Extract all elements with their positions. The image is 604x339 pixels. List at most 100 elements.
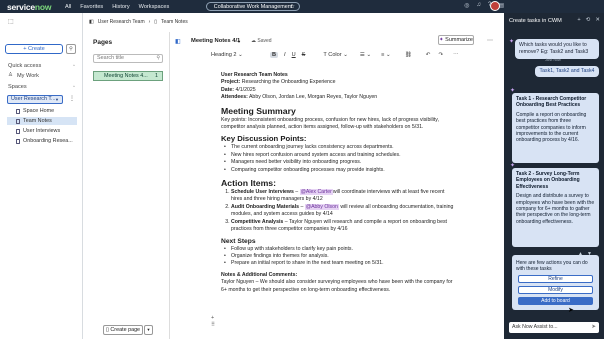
color-label: Color xyxy=(328,51,342,58)
list-item: Organize findings into themes for analys… xyxy=(224,253,456,261)
more-icon[interactable]: ⋮ xyxy=(69,95,75,102)
actions-card: Here are few actions you can do with the… xyxy=(512,255,599,310)
drag-handle-icon[interactable]: ⠿ xyxy=(211,322,215,328)
chevron-down-icon[interactable]: ▼ xyxy=(237,39,241,44)
breadcrumb-parent[interactable]: User Research Team xyxy=(98,19,145,25)
servicenow-logo[interactable]: servicenow xyxy=(7,2,59,12)
italic-button[interactable]: I xyxy=(284,52,286,58)
pages-panel: Pages Search title ⚲ Meeting Notes 4... 1 xyxy=(89,32,166,339)
assistant-panel: Create tasks in CWM + ⟲ ✕ ✦ Which tasks … xyxy=(504,13,604,339)
tree-item-user-interviews[interactable]: User Interviews xyxy=(7,127,77,135)
close-icon[interactable]: ✕ xyxy=(595,17,600,23)
space-select[interactable]: User Research T... ▼ xyxy=(7,95,63,104)
user-mention[interactable]: @Abby Olson xyxy=(304,203,339,210)
left-nav: ⬚ + Create ⚲ Quick access ^ ♙ My Work Spac… xyxy=(0,13,83,339)
star-icon[interactable]: ☆ xyxy=(290,3,295,11)
my-work-link[interactable]: ♙ My Work xyxy=(8,72,39,79)
more-icon[interactable]: ⋯ xyxy=(487,37,493,44)
breadcrumb-separator: › xyxy=(148,19,151,25)
link-icon[interactable]: ⛓ xyxy=(405,52,412,58)
tree-label: Onboarding Resea... xyxy=(23,138,73,144)
search-placeholder: Search title xyxy=(97,55,124,61)
nav-workspaces[interactable]: Workspaces xyxy=(139,4,170,10)
add-block-icon[interactable]: + xyxy=(211,315,214,321)
collapse-icon[interactable]: ◧ xyxy=(89,19,94,25)
list-item: Managers need better visibility into onb… xyxy=(224,159,456,167)
page-title[interactable]: Meeting Notes 4/1 xyxy=(191,38,240,44)
create-button[interactable]: + Create xyxy=(5,44,63,54)
send-icon[interactable]: ➤ xyxy=(591,322,596,332)
assistant-title: Create tasks in CWM xyxy=(509,18,562,24)
sidebar-toggle-icon[interactable]: ◧ xyxy=(175,38,181,45)
quick-access-label[interactable]: Quick access ^ xyxy=(8,63,75,69)
refine-button[interactable]: Refine xyxy=(518,275,593,284)
add-icon[interactable]: + xyxy=(577,17,580,23)
list-item: Follow up with stakeholders to clarify k… xyxy=(224,246,456,254)
avatar[interactable] xyxy=(490,1,500,11)
doc-date: Date: 4/1/2025 xyxy=(221,87,456,94)
notification-icon[interactable]: ♫ xyxy=(476,2,481,9)
strikethrough-button[interactable]: S xyxy=(302,52,306,58)
underline-button[interactable]: U xyxy=(292,52,296,58)
user-mention[interactable]: @Alex Carter xyxy=(299,189,333,196)
tree-item-space-home[interactable]: Space Home xyxy=(7,107,77,115)
tree-item-team-notes[interactable]: Team Notes xyxy=(7,117,77,125)
ask-input[interactable]: Ask Now Assist to... ➤ xyxy=(509,322,599,333)
create-page-label: Create page xyxy=(110,327,141,333)
action-dash: – xyxy=(299,203,305,210)
person-icon: ♙ xyxy=(8,72,14,78)
nav-history[interactable]: History xyxy=(112,4,129,10)
breadcrumb-current[interactable]: Team Notes xyxy=(161,19,188,25)
document-body[interactable]: User Research Team Notes Project: Resear… xyxy=(221,72,456,294)
align-button[interactable]: ☰ ⌄ xyxy=(360,52,371,58)
text-color-button[interactable]: T Color ⌄ xyxy=(323,52,348,58)
action-title: Schedule User Interviews xyxy=(231,189,294,196)
assistant-header-icons: + ⟲ ✕ xyxy=(577,17,600,23)
doc-attendees: Attendees: Abby Olson, Jordan Lee, Morga… xyxy=(221,94,456,101)
summarize-button[interactable]: ✦ Summarize xyxy=(438,35,474,45)
page-icon: ▯ xyxy=(154,19,158,25)
page-list-item[interactable]: Meeting Notes 4... 1 xyxy=(93,71,163,81)
heading-select[interactable]: Heading 2 ⌄ xyxy=(198,52,250,58)
history-icon[interactable]: ⟲ xyxy=(586,17,591,23)
action-list: Schedule User Interviews – @Alex Carterw… xyxy=(221,189,456,233)
timestamp: Just now xyxy=(545,57,561,62)
nav-favorites[interactable]: Favorites xyxy=(80,4,103,10)
chevron-up-icon: ^ xyxy=(73,63,75,68)
page-icon xyxy=(16,129,20,134)
top-nav: All Favorites History Workspaces xyxy=(65,4,169,10)
globe-icon[interactable]: ◎ xyxy=(464,2,469,9)
page-menu-button[interactable]: ▼ xyxy=(144,325,153,335)
search-input[interactable]: Search title ⚲ xyxy=(93,54,163,63)
next-steps-heading: Next Steps xyxy=(221,237,256,245)
tree-item-onboarding-research[interactable]: Onboarding Resea... xyxy=(7,137,77,145)
create-page-button[interactable]: ▯ Create page xyxy=(103,325,143,335)
nav-rail-icon[interactable]: ⬚ xyxy=(8,18,14,25)
spaces-text: Spaces xyxy=(8,84,27,90)
breadcrumb: ◧ User Research Team › ▯ Team Notes xyxy=(89,19,188,25)
add-to-board-button[interactable]: Add to board xyxy=(518,297,593,306)
bold-button[interactable]: B xyxy=(270,51,279,58)
workspace-pill[interactable]: Collaborative Work Management ☆ xyxy=(206,2,300,11)
list-item: Comparing competitor onboarding processe… xyxy=(224,167,456,175)
workspace-pill-label: Collaborative Work Management xyxy=(213,4,293,10)
nav-all[interactable]: All xyxy=(65,4,71,10)
filter-button[interactable]: ⚲ xyxy=(66,44,76,54)
action-title: Audit Onboarding Materials xyxy=(231,203,300,210)
list-button[interactable]: ≡ ⌄ xyxy=(381,52,391,58)
page-icon xyxy=(16,119,20,124)
comments-text: Taylor Nguyen – We should also consider … xyxy=(221,279,453,293)
list-item: New hires report confusion around system… xyxy=(224,152,456,160)
chevron-up-icon: ^ xyxy=(73,84,75,89)
undo-icon[interactable]: ↶ xyxy=(426,52,431,58)
more-icon[interactable]: ⋯ xyxy=(453,52,459,58)
spaces-label[interactable]: Spaces ^ xyxy=(8,84,75,90)
date-label: Date: xyxy=(221,86,234,93)
text-color-icon: T xyxy=(323,51,327,58)
modify-button[interactable]: Modify xyxy=(518,286,593,295)
action-item: Audit Onboarding Materials – @Abby Olson… xyxy=(231,203,456,219)
redo-icon[interactable]: ↷ xyxy=(438,52,443,58)
summarize-label: Summarize xyxy=(445,37,473,43)
space-select-value: User Research T... xyxy=(11,96,56,102)
my-work-text: My Work xyxy=(17,73,39,79)
